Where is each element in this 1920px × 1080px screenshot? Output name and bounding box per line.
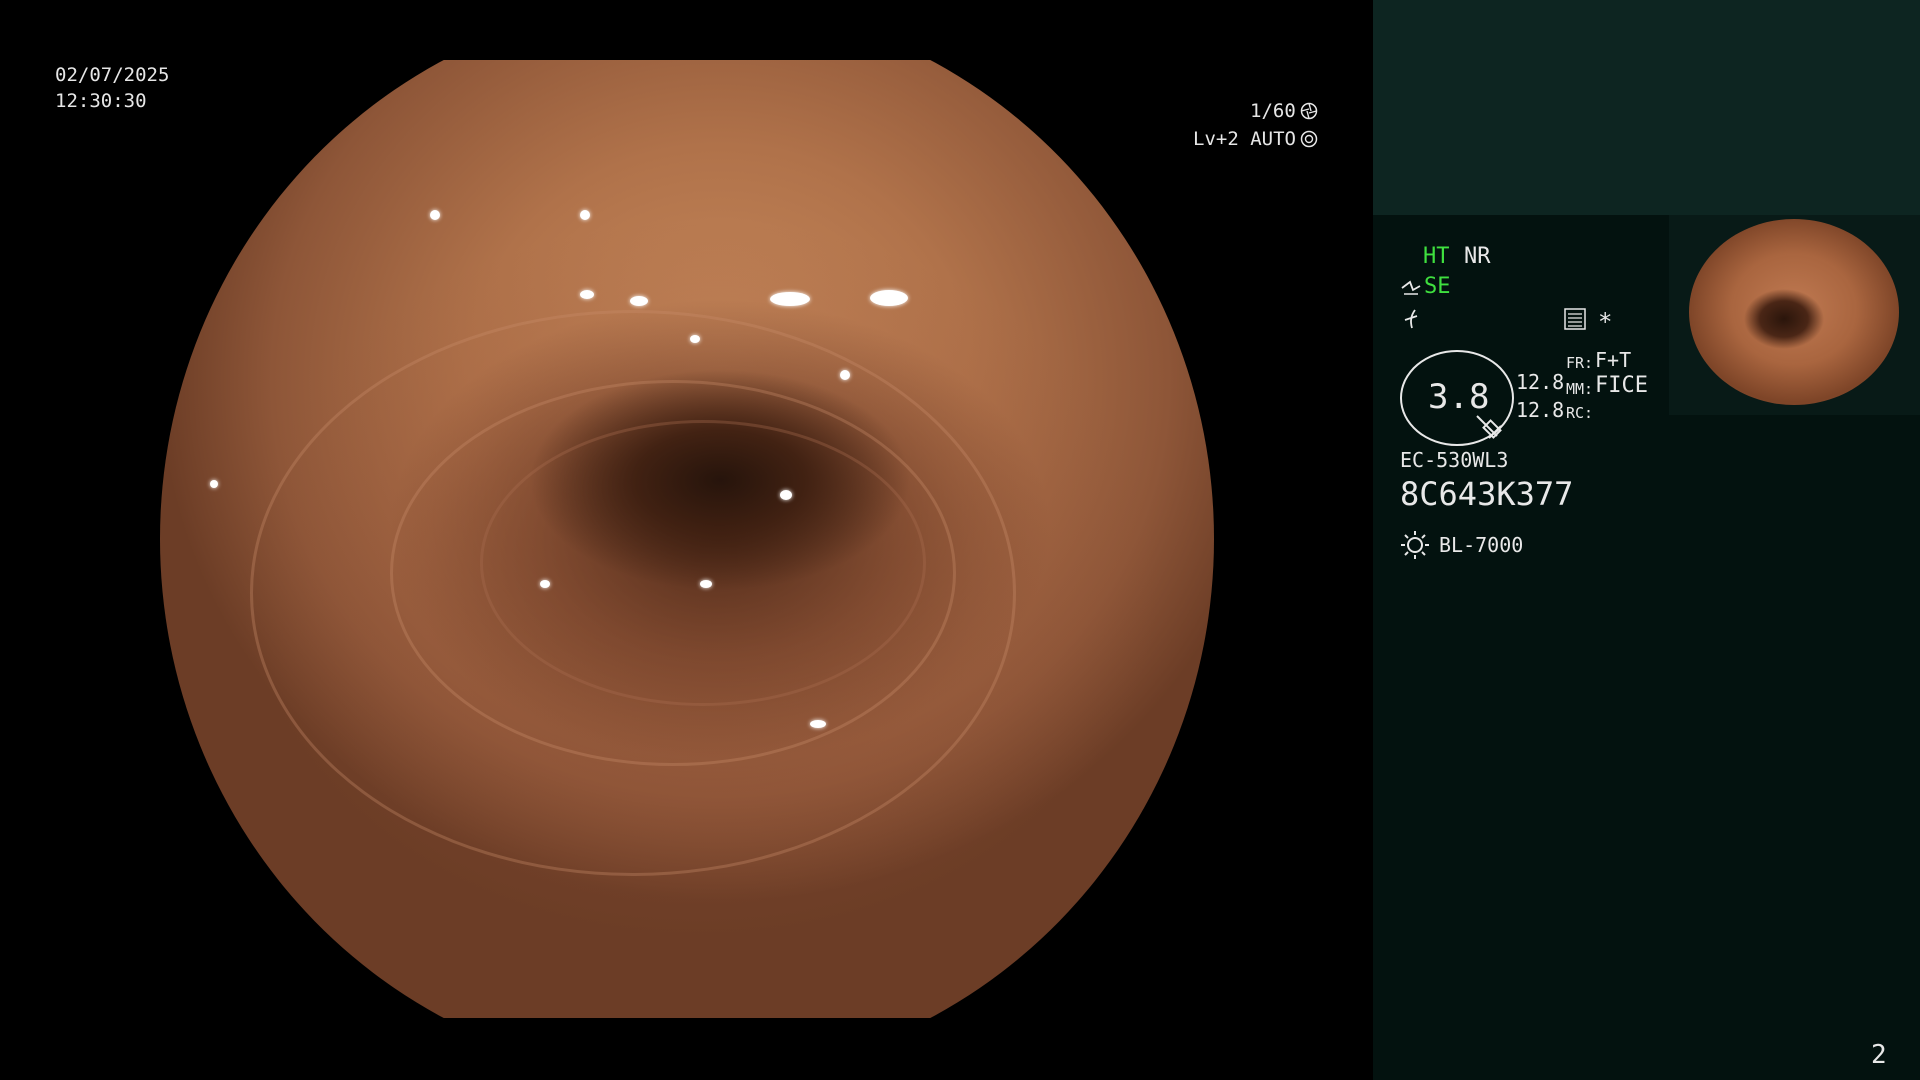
iris-icon — [1300, 130, 1318, 148]
level-display: Lv+2 AUTO — [1193, 128, 1296, 150]
page-number: 2 — [1871, 1040, 1887, 1070]
specular-highlight — [870, 290, 908, 306]
specular-highlight — [210, 480, 218, 488]
ht-indicator: HT — [1423, 244, 1450, 269]
specular-highlight — [700, 580, 712, 588]
rc-label: RC: — [1566, 404, 1594, 422]
curve-icon — [1404, 309, 1418, 329]
light-source-model: BL-7000 — [1439, 533, 1524, 557]
specular-highlight — [840, 370, 850, 380]
time-display: 12:30:30 — [55, 90, 147, 112]
value-1: 12.8 — [1516, 370, 1565, 394]
shutter-icon — [1300, 102, 1318, 120]
endoscopic-image — [160, 60, 1214, 1018]
specular-highlight — [580, 210, 590, 220]
specular-highlight — [690, 335, 700, 343]
nr-indicator: NR — [1464, 244, 1491, 269]
enhance-icon — [1401, 280, 1421, 295]
specular-highlight — [810, 720, 826, 728]
value-2: 12.8 — [1516, 398, 1565, 422]
specular-highlight — [580, 290, 594, 299]
thumbnail-image — [1689, 219, 1899, 405]
specular-highlight — [290, 130, 302, 142]
fr-value: F+T — [1595, 348, 1632, 372]
date-display: 02/07/2025 — [55, 64, 170, 86]
specular-highlight — [430, 210, 440, 220]
settings-list-icon — [1564, 308, 1586, 330]
thumbnail-preview[interactable] — [1669, 215, 1920, 415]
mucosal-fold — [480, 420, 926, 706]
light-source-icon — [1401, 531, 1429, 559]
se-indicator: SE — [1424, 274, 1451, 299]
fr-label: FR: — [1566, 354, 1594, 372]
info-panel-header — [1373, 0, 1920, 215]
endoscope-view: 02/07/2025 12:30:30 1/60 Lv+2 AUTO — [0, 0, 1373, 1080]
specular-highlight — [780, 490, 792, 500]
probe-icon — [1476, 415, 1502, 439]
info-panel: HT NR SE * 3.8 12.8 12.8 FR: F+T MM: FIC… — [1373, 0, 1920, 1080]
specular-highlight — [630, 296, 648, 306]
scope-serial: 8C643K377 — [1400, 475, 1574, 513]
shutter-display: 1/60 — [1250, 100, 1296, 122]
mm-label: MM: — [1566, 380, 1594, 398]
mm-value: FICE — [1595, 373, 1648, 398]
star-indicator: * — [1598, 308, 1613, 336]
scope-model: EC-530WL3 — [1400, 448, 1509, 472]
specular-highlight — [540, 580, 550, 588]
specular-highlight — [770, 292, 810, 306]
